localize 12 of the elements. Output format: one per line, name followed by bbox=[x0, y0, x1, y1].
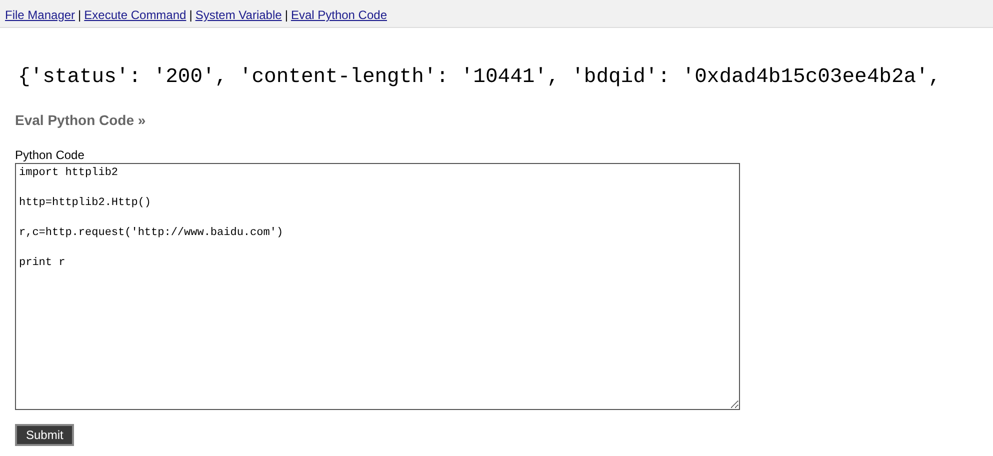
code-field[interactable]: import httplib2 http=httplib2.Http() r,c=http.request('http://www.baidu.com') print r bbox=[15, 163, 740, 410]
field-label: Python Code bbox=[15, 148, 86, 162]
nav-link[interactable]: System Variable bbox=[195, 8, 282, 22]
separator: | bbox=[284, 8, 288, 22]
section-title: Eval Python Code » bbox=[15, 112, 147, 128]
submit-button[interactable]: Submit bbox=[15, 424, 74, 446]
nav-link[interactable]: File Manager bbox=[5, 8, 76, 22]
response-output: {'status': '200', 'content-length': '10441', 'bdqid': '0xdad4b15c03ee4b2a', bbox=[18, 65, 942, 91]
nav-link[interactable]: Execute Command bbox=[84, 8, 186, 22]
separator: | bbox=[78, 8, 82, 22]
separator: | bbox=[189, 8, 192, 22]
nav-link[interactable]: Eval Python Code bbox=[290, 8, 387, 22]
